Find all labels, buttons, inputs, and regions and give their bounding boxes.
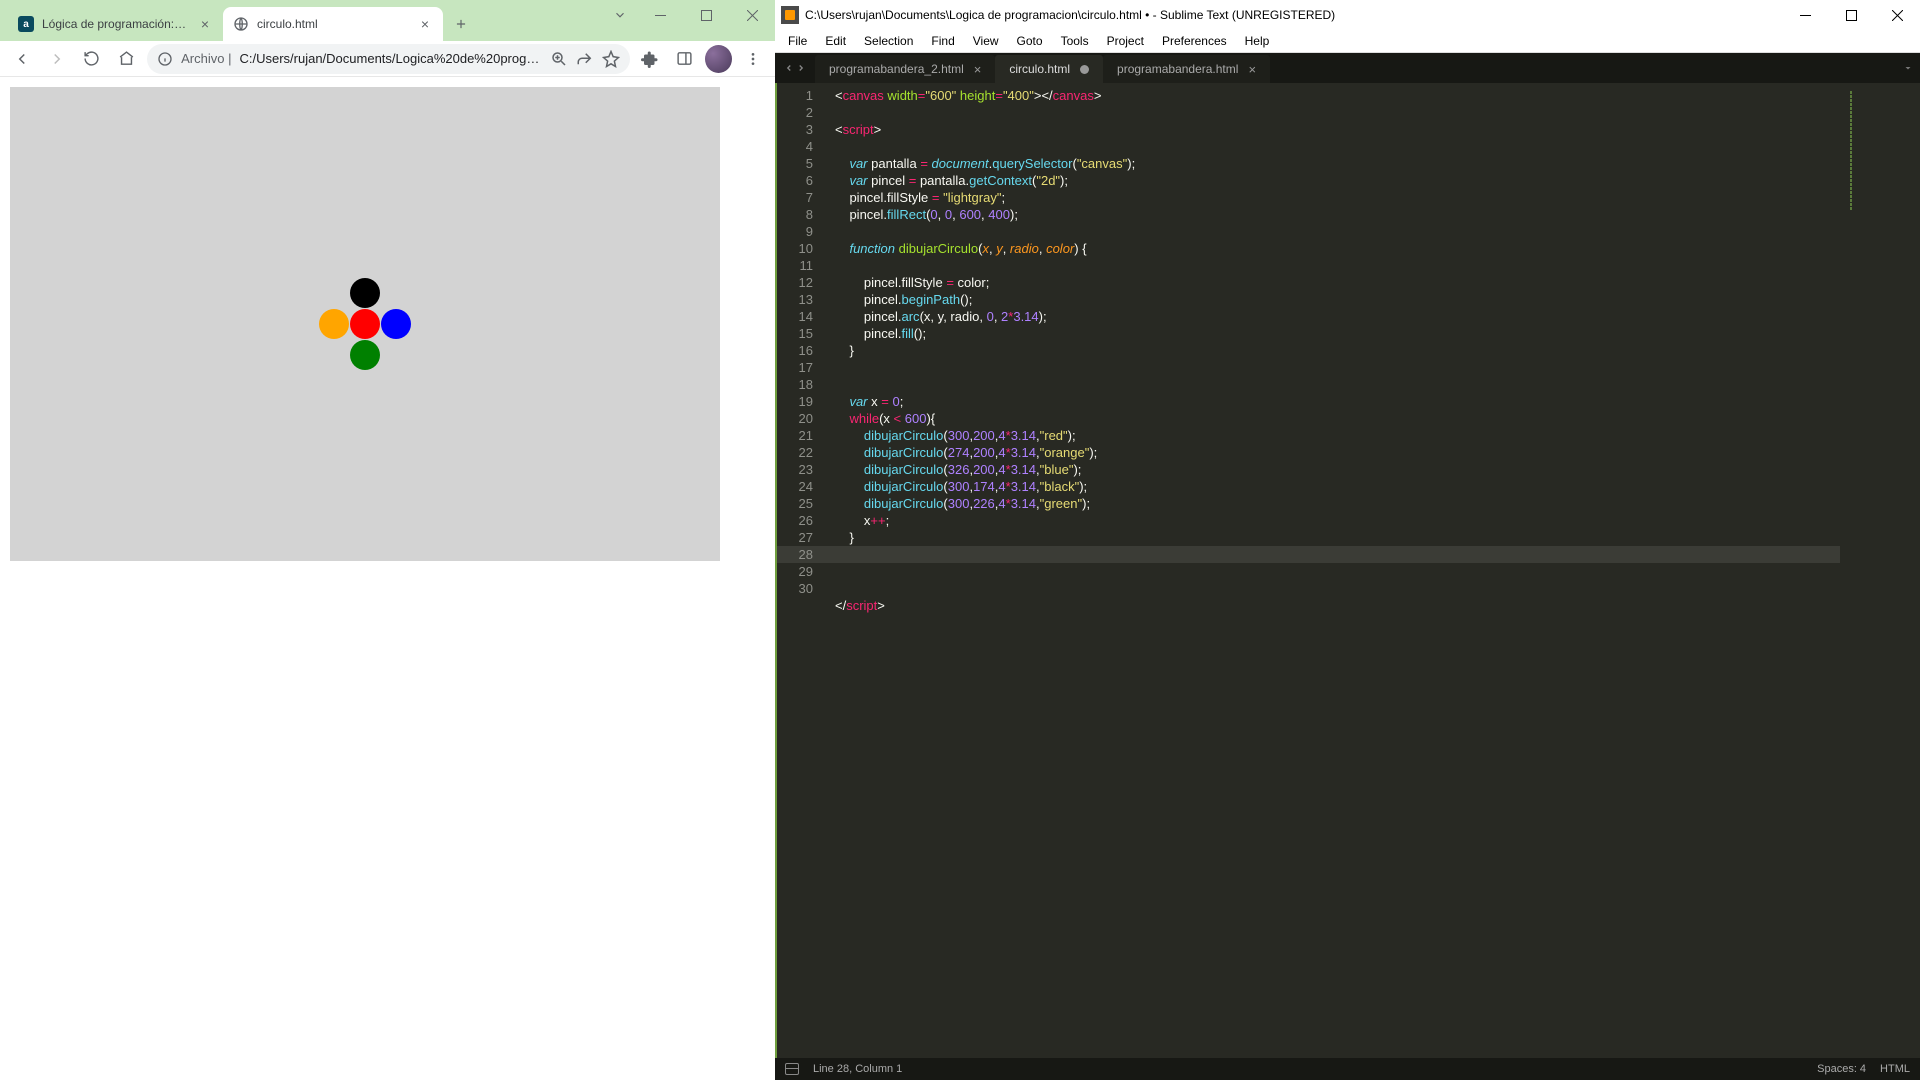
maximize-button[interactable] bbox=[683, 0, 729, 30]
sidepanel-button[interactable] bbox=[671, 44, 700, 74]
reload-button[interactable] bbox=[78, 44, 107, 74]
zoom-icon[interactable] bbox=[550, 50, 568, 68]
url-prefix: Archivo | bbox=[181, 51, 231, 66]
tabs-overflow-icon[interactable] bbox=[1902, 53, 1914, 83]
new-tab-button[interactable] bbox=[447, 10, 475, 38]
canvas-output bbox=[10, 87, 720, 561]
sublime-window-controls bbox=[1782, 0, 1920, 30]
site-info-icon[interactable] bbox=[157, 51, 173, 67]
editor-tab-3[interactable]: programabandera.html × bbox=[1103, 55, 1270, 83]
sublime-titlebar: C:\Users\rujan\Documents\Logica de progr… bbox=[775, 0, 1920, 30]
line-gutter: 1234567891011121314151617181920212223242… bbox=[775, 83, 823, 1058]
status-syntax[interactable]: HTML bbox=[1880, 1063, 1910, 1075]
menu-project[interactable]: Project bbox=[1098, 30, 1153, 52]
home-button[interactable] bbox=[112, 44, 141, 74]
editor-tab-2[interactable]: circulo.html bbox=[995, 55, 1103, 83]
favicon-alura-icon: a bbox=[18, 16, 34, 32]
menu-selection[interactable]: Selection bbox=[855, 30, 922, 52]
chrome-tab-1[interactable]: a Lógica de programación: Practica × bbox=[8, 7, 223, 41]
sublime-title: C:\Users\rujan\Documents\Logica de progr… bbox=[805, 8, 1335, 22]
menu-file[interactable]: File bbox=[779, 30, 816, 52]
unsaved-dot-icon[interactable] bbox=[1080, 65, 1089, 74]
extensions-button[interactable] bbox=[636, 44, 665, 74]
menu-goto[interactable]: Goto bbox=[1008, 30, 1052, 52]
menu-edit[interactable]: Edit bbox=[816, 30, 855, 52]
chrome-window: a Lógica de programación: Practica × cir… bbox=[0, 0, 775, 820]
status-indent[interactable]: Spaces: 4 bbox=[1817, 1063, 1866, 1075]
editor-body: 1234567891011121314151617181920212223242… bbox=[775, 83, 1920, 1058]
chrome-window-controls bbox=[603, 0, 775, 30]
code-area[interactable]: <canvas width="600" height="400"></canva… bbox=[823, 83, 1920, 1058]
tab-search-icon[interactable] bbox=[603, 0, 637, 30]
minimize-button[interactable] bbox=[637, 0, 683, 30]
menu-find[interactable]: Find bbox=[922, 30, 963, 52]
circle-black bbox=[350, 278, 380, 308]
menu-help[interactable]: Help bbox=[1236, 30, 1279, 52]
browser-viewport bbox=[0, 77, 775, 820]
status-bar: Line 28, Column 1 Spaces: 4 HTML bbox=[775, 1058, 1920, 1080]
circle-orange bbox=[319, 309, 349, 339]
minimap[interactable] bbox=[1840, 83, 1920, 1058]
maximize-button[interactable] bbox=[1828, 0, 1874, 30]
menu-view[interactable]: View bbox=[964, 30, 1008, 52]
minimize-button[interactable] bbox=[1782, 0, 1828, 30]
close-button[interactable] bbox=[1874, 0, 1920, 30]
sublime-logo-icon bbox=[781, 6, 799, 24]
chrome-tab-2[interactable]: circulo.html × bbox=[223, 7, 443, 41]
chrome-tab-title: circulo.html bbox=[257, 17, 409, 31]
editor-tab-1[interactable]: programabandera_2.html × bbox=[815, 55, 995, 83]
back-button[interactable] bbox=[8, 44, 37, 74]
profile-avatar[interactable] bbox=[705, 45, 732, 73]
close-button[interactable] bbox=[729, 0, 775, 30]
circle-red bbox=[350, 309, 380, 339]
close-icon[interactable]: × bbox=[417, 16, 433, 32]
share-icon[interactable] bbox=[576, 50, 594, 68]
tab-history-nav[interactable] bbox=[775, 53, 815, 83]
chrome-toolbar: Archivo | C:/Users/rujan/Documents/Logic… bbox=[0, 41, 775, 77]
bookmark-icon[interactable] bbox=[602, 50, 620, 68]
circle-blue bbox=[381, 309, 411, 339]
chrome-menu-button[interactable] bbox=[738, 44, 767, 74]
sublime-tabstrip: programabandera_2.html × circulo.html pr… bbox=[775, 53, 1920, 83]
sublime-menubar: File Edit Selection Find View Goto Tools… bbox=[775, 30, 1920, 53]
close-icon[interactable]: × bbox=[1248, 62, 1256, 77]
chrome-tabstrip: a Lógica de programación: Practica × cir… bbox=[0, 0, 775, 41]
forward-button[interactable] bbox=[43, 44, 72, 74]
circle-green bbox=[350, 340, 380, 370]
tab-label: circulo.html bbox=[1009, 62, 1070, 76]
globe-icon bbox=[233, 16, 249, 32]
panel-switcher-icon[interactable] bbox=[785, 1063, 799, 1075]
url-text: C:/Users/rujan/Documents/Logica%20de%20p… bbox=[239, 51, 541, 66]
sublime-window: C:\Users\rujan\Documents\Logica de progr… bbox=[775, 0, 1920, 1080]
menu-preferences[interactable]: Preferences bbox=[1153, 30, 1236, 52]
tab-label: programabandera.html bbox=[1117, 62, 1238, 76]
close-icon[interactable]: × bbox=[974, 62, 982, 77]
tab-label: programabandera_2.html bbox=[829, 62, 964, 76]
menu-tools[interactable]: Tools bbox=[1052, 30, 1098, 52]
status-cursor[interactable]: Line 28, Column 1 bbox=[813, 1063, 902, 1075]
close-icon[interactable]: × bbox=[197, 16, 213, 32]
chrome-tab-title: Lógica de programación: Practica bbox=[42, 17, 189, 31]
address-bar[interactable]: Archivo | C:/Users/rujan/Documents/Logic… bbox=[147, 44, 630, 74]
